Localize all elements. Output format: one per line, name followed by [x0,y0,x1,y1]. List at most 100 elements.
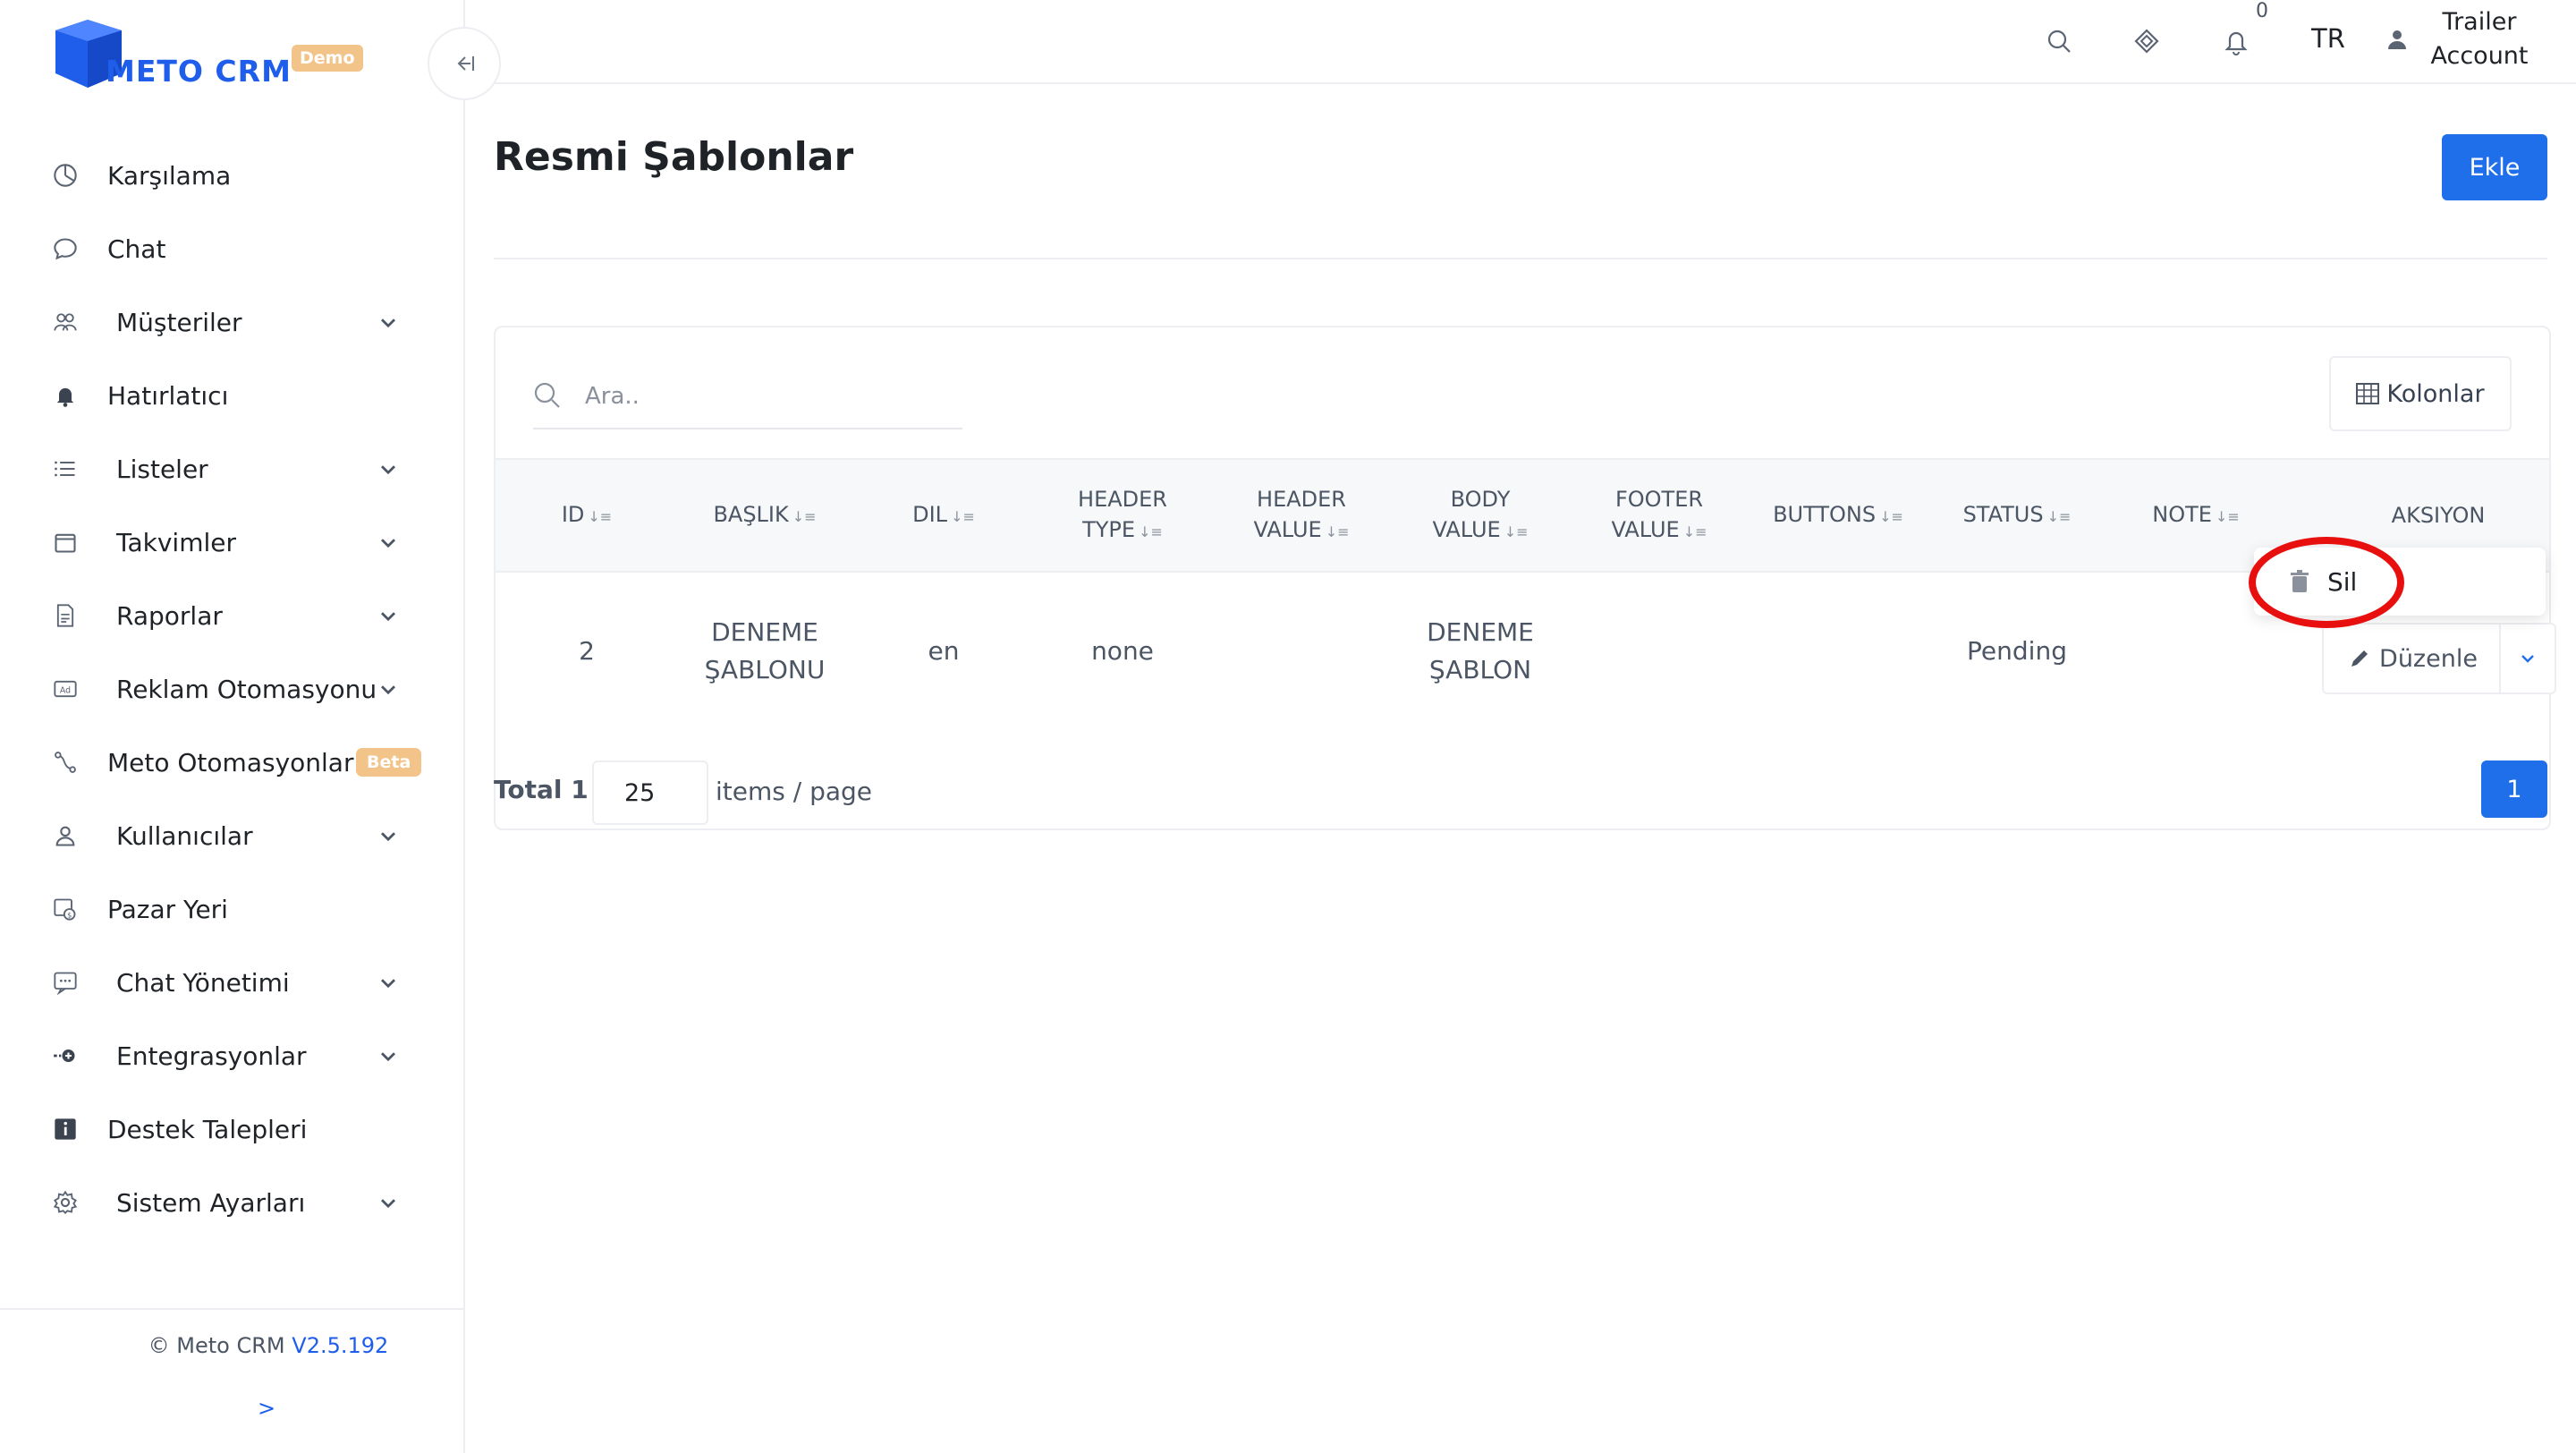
sidebar-item-label: Karşılama [107,160,232,191]
logo[interactable]: METO CRM Demo [50,18,372,89]
sort-icon[interactable]: ↓≡ [951,508,975,525]
cell-header-type: none [1091,636,1154,666]
edit-button[interactable]: Düzenle [2322,623,2504,694]
sidebar-item-15[interactable]: Sistem Ayarları [0,1176,463,1229]
notification-bell-icon[interactable] [2218,23,2254,59]
sidebar-item-label: Destek Talepleri [107,1114,308,1144]
copyright-text: © Meto CRM [148,1333,285,1358]
column-header[interactable]: FOOTER VALUE ↓≡ [1583,460,1735,571]
pagination-suffix: items / page [716,777,873,806]
sidebar-item-9[interactable]: Meto Otomasyonları Beta [0,735,463,789]
sidebar-item-14[interactable]: Destek Talepleri [0,1102,463,1156]
sidebar-item-12[interactable]: Chat Yönetimi [0,956,463,1009]
sidebar-item-label: Entegrasyonlar [116,1041,307,1071]
column-header[interactable]: DIL ↓≡ [868,460,1020,571]
sidebar-item-8[interactable]: Ad Reklam Otomasyonu [0,662,463,716]
action-button-group: Düzenle [2322,623,2556,694]
chevron-down-icon [381,979,395,989]
cell-note [2120,596,2272,707]
action-dropdown-toggle[interactable] [2499,623,2556,694]
sidebar-item-label: Meto Otomasyonları [107,747,361,777]
sort-icon[interactable]: ↓≡ [2047,508,2072,525]
chevron-down-icon [381,1199,395,1209]
automation-icon [50,747,80,777]
column-header-label: NOTE [2152,501,2212,527]
calendar-icon [50,527,80,557]
notification-count: 0 [2256,0,2268,22]
list-icon [50,454,80,484]
column-header[interactable]: HEADER VALUE ↓≡ [1225,460,1377,571]
sidebar-item-7[interactable]: Raporlar [0,589,463,642]
sidebar-item-label: Reklam Otomasyonu [116,674,377,704]
sidebar-item-5[interactable]: Listeler [0,442,463,496]
demo-badge: Demo [292,45,363,72]
sidebar-item-4[interactable]: Hatırlatıcı [0,369,463,422]
sidebar-item-13[interactable]: Entegrasyonlar [0,1029,463,1083]
sort-icon[interactable]: ↓≡ [792,508,817,525]
add-button[interactable]: Ekle [2442,134,2547,200]
table-grid-icon [2356,383,2380,404]
columns-button[interactable]: Kolonlar [2329,356,2512,431]
cell-dil: en [928,636,960,666]
chevron-down-icon [381,539,395,548]
column-header-label: AKSIYON [2391,503,2486,528]
dashboard-icon [50,160,80,191]
page-size-input[interactable] [592,760,708,825]
sidebar-item-2[interactable]: Chat [0,222,463,276]
cell-footer-value [1583,596,1735,707]
cell-text: DENEME ŞABLON [1427,617,1534,684]
sidebar-item-3[interactable]: Müşteriler [0,295,463,349]
sidebar-item-1[interactable]: Karşılama [0,149,463,202]
sidebar-item-11[interactable]: $ Pazar Yeri [0,882,463,936]
sort-icon[interactable]: ↓≡ [1504,523,1529,540]
chevron-down-icon [381,612,395,622]
column-header[interactable]: STATUS ↓≡ [1941,460,2093,571]
logo-text: METO CRM [106,54,292,89]
sort-icon[interactable]: ↓≡ [1139,523,1163,540]
beta-badge: Beta [356,748,422,777]
sidebar-item-10[interactable]: Kullanıcılar [0,809,463,862]
version-link[interactable]: V2.5.192 [292,1333,388,1358]
svg-text:Ad: Ad [60,686,71,696]
page-button-current[interactable]: 1 [2481,760,2547,818]
pagination-total: Total 1 , [494,775,607,804]
table-header: ID ↓≡ BAŞLIK ↓≡ DIL ↓≡ HEADER TYPE ↓≡ HEADER VALUE… [496,458,2549,573]
sidebar-item-6[interactable]: Takvimler [0,515,463,569]
sidebar-item-label: Chat Yönetimi [116,967,290,998]
collapse-sidebar-button[interactable] [428,27,501,100]
sort-icon[interactable]: ↓≡ [588,508,612,525]
chevron-down-icon [2521,655,2534,663]
column-header[interactable]: ID ↓≡ [515,460,658,571]
user-icon [2388,30,2406,49]
column-header[interactable]: BAŞLIK ↓≡ [680,460,850,571]
chevron-down-icon [381,465,395,475]
sidebar-footer-divider [0,1308,463,1310]
cell-baslik: DENEME ŞABLONU [680,596,850,707]
language-selector[interactable]: TR [2311,23,2345,54]
cell-body-value: DENEME ŞABLON [1395,596,1565,707]
sidebar-footer: © Meto CRM V2.5.192 [0,1333,537,1358]
sidebar-item-label: Raporlar [116,600,223,631]
expand-sidebar-button[interactable]: > [258,1396,275,1421]
sort-icon[interactable]: ↓≡ [2216,508,2240,525]
sidebar-item-label: Hatırlatıcı [107,380,229,411]
chat-bubble-icon [50,234,80,264]
sidebar-item-label: Kullanıcılar [116,820,253,851]
sort-icon[interactable]: ↓≡ [1879,508,1903,525]
column-header[interactable]: BUTTONS ↓≡ [1758,460,1919,571]
apps-diamond-icon[interactable] [2129,23,2165,59]
cell-text: DENEME ŞABLONU [704,617,826,684]
search-box [533,363,962,429]
sort-icon[interactable]: ↓≡ [1326,523,1350,540]
sidebar-item-label: Sistem Ayarları [116,1187,306,1218]
column-header[interactable]: HEADER TYPE ↓≡ [1046,460,1199,571]
column-header-label: BAŞLIK [713,501,789,527]
search-icon[interactable] [2041,23,2077,59]
search-input[interactable] [583,376,945,417]
column-header[interactable]: BODY VALUE ↓≡ [1395,460,1565,571]
cell-id: 2 [579,636,595,666]
chevron-down-icon [381,685,395,695]
column-header[interactable]: NOTE ↓≡ [2120,460,2272,571]
column-header-label: BUTTONS [1773,501,1877,527]
sort-icon[interactable]: ↓≡ [1683,523,1707,540]
